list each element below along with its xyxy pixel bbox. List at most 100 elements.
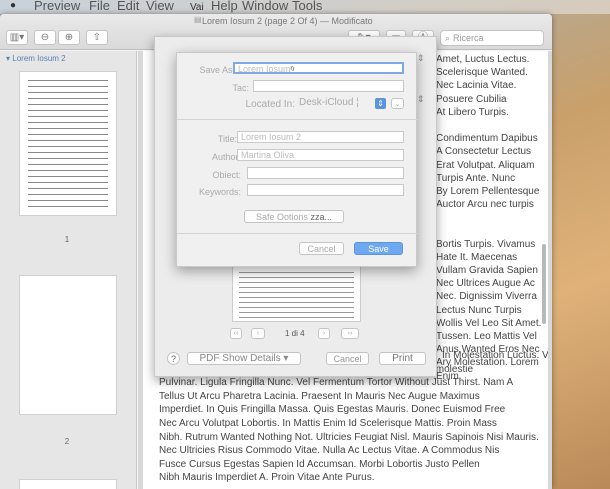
text-line: Posuere Cubilia <box>436 93 507 105</box>
menu-app[interactable]: Preview <box>34 0 80 13</box>
tag-field[interactable] <box>253 80 404 92</box>
prev-page-button[interactable]: ‹ <box>251 328 265 339</box>
text-line: Nec. Dignissim Viverra <box>436 291 537 303</box>
zza-label: zza... <box>310 211 333 222</box>
text-line: Amet, Luctus Lectus. <box>436 54 530 65</box>
thumbnail-sidebar: ▾ Lorem Iosum 2 1 2 <box>0 51 137 489</box>
menu-help[interactable]: Help <box>211 0 238 13</box>
format-stepper-icon[interactable]: ⇕ <box>417 53 425 64</box>
text-line: At Libero Turpis. <box>436 106 509 118</box>
save-as-field[interactable]: Lorem Iosumᵑ <box>233 62 404 74</box>
search-field[interactable]: ⌕ Ricerca <box>440 30 544 46</box>
save-dialog: Save As: Lorem Iosumᵑ Tac: Located In: D… <box>176 52 418 267</box>
apple-menu-icon[interactable]: ● <box>10 0 16 13</box>
text-line: Turpis Ante. Nunc <box>436 172 516 184</box>
text-line: Auctor Arcu nec turpis <box>436 199 534 211</box>
page-thumbnail-3[interactable] <box>19 479 117 489</box>
text-line: Pulvinar. Ligula Fringilla Nunc. Vel Fer… <box>159 377 514 389</box>
save-as-value: Lorem Iosum <box>238 64 291 74</box>
share-button[interactable]: ⇧ <box>86 30 108 45</box>
author-field[interactable]: Martina Oliva <box>237 149 404 161</box>
sidebar-toggle-button[interactable]: ▥▾ <box>6 30 28 45</box>
page-number-2: 2 <box>64 437 70 446</box>
sidebar-heading-label: Lorem Iosum 2 <box>12 54 66 63</box>
page-number-1: 1 <box>64 235 70 244</box>
located-in-label: Located In: <box>245 99 295 110</box>
help-button[interactable]: ? <box>167 352 180 365</box>
title-value: Lorem Iosum 2 <box>241 132 302 142</box>
text-line: By Lorem Pellentesque <box>436 185 540 197</box>
author-value: Martina Oliva <box>241 150 295 160</box>
page-text-right-column: Amet, Luctus Lectus. Scelerisque Wanted. N… <box>436 53 548 383</box>
author-label: Author: <box>211 152 241 162</box>
scrollbar[interactable] <box>541 54 547 474</box>
search-placeholder: Ricerca <box>453 33 484 43</box>
menu-edit[interactable]: Edit <box>117 0 139 13</box>
text-line: Nec Arcu Volutpat Lobortis. In Mattis En… <box>159 417 497 429</box>
cancel-button[interactable]: Cancel <box>299 242 344 255</box>
tag-label: Tac: <box>232 83 249 93</box>
text-line: A Consectetur Lectus <box>436 146 532 158</box>
pdf-menu-button[interactable]: PDF Show Details ▾ <box>187 352 301 365</box>
last-page-button[interactable]: ›› <box>341 328 359 339</box>
text-line: Erat Volutpat. Aliquam <box>436 159 535 171</box>
share-icon: ⇧ <box>92 31 102 43</box>
text-line: Hate It. Maecenas <box>436 251 518 263</box>
title-field[interactable]: Lorem Iosum 2 <box>237 131 404 143</box>
text-line: Condimentum Dapibus <box>436 133 538 145</box>
text-line <box>436 224 548 237</box>
page-thumbnail-2[interactable] <box>19 275 117 415</box>
location-popup[interactable]: Desk-iCloud ¦ <box>296 97 386 109</box>
location-value: Desk-iCloud <box>299 97 354 108</box>
document-icon: ▤ <box>194 15 202 24</box>
menu-tools[interactable]: Tools <box>292 0 322 13</box>
scroll-thumb[interactable] <box>542 244 546 324</box>
search-icon: ⌕ <box>445 32 451 43</box>
menu-go[interactable]: Vai <box>190 1 204 14</box>
zoom-in-button[interactable]: ⊕ <box>58 30 80 45</box>
divider <box>177 233 418 234</box>
page-info: 1 di 4 <box>285 329 305 338</box>
text-line: Nibh Mauris Imperdiet A. Proin Vitae Ant… <box>159 472 375 484</box>
sidebar-icon: ▥▾ <box>9 31 25 43</box>
text-line: Tussen. Leo Mattis Vel <box>436 330 537 342</box>
text-line: Tellus Ut Arcu Pharetra Lacinia. Praesen… <box>159 390 480 402</box>
object-field[interactable] <box>247 167 404 179</box>
expand-button[interactable]: ⌄ <box>391 98 404 109</box>
page-thumbnail-1[interactable] <box>19 71 117 216</box>
text-line: Nec Lacinia Vitae. <box>436 80 517 92</box>
safe-options-label: Safe Ootions <box>255 211 308 222</box>
print-button[interactable]: Print <box>379 352 426 365</box>
text-line: Scelerisque Wanted. <box>436 67 528 79</box>
orientation-stepper-icon[interactable]: ⇕ <box>417 94 425 105</box>
zoom-in-icon: ⊕ <box>64 31 74 43</box>
menu-window[interactable]: Window <box>242 0 288 13</box>
print-cancel-button[interactable]: Cancel <box>326 352 369 365</box>
text-line: Imperdiet. In Quis Fringilla Massa. Quis… <box>159 404 506 416</box>
object-label: Obiect: <box>212 170 241 180</box>
safe-options-button[interactable]: Safe Ootions zza... <box>244 210 344 223</box>
print-preview-page <box>232 265 361 322</box>
sidebar-heading[interactable]: ▾ Lorem Iosum 2 <box>6 54 66 63</box>
menu-view[interactable]: View <box>146 0 174 13</box>
text-line: Bortis Turpis. Vivamus <box>436 238 536 250</box>
zoom-out-icon: ⊖ <box>40 31 50 43</box>
save-as-label: Save As: <box>199 65 235 75</box>
zoom-out-button[interactable]: ⊖ <box>34 30 56 45</box>
text-line: Fusce Cursus Egestas Sapien Id Accumsan.… <box>159 458 480 470</box>
text-line: Lectus Nunc Turpis <box>436 304 522 316</box>
window-title: Lorem Iosum 2 (page 2 Of 4) — Modificato <box>202 16 373 26</box>
menu-file[interactable]: File <box>89 0 110 13</box>
next-page-button[interactable]: › <box>318 328 330 339</box>
text-line: Nibh. Rutrum Wanted Nothing Not. Ultrici… <box>159 431 539 443</box>
save-button[interactable]: Save <box>354 242 403 255</box>
pdf-label: PDF Show Details <box>199 353 281 364</box>
text-line: Nec Ultrices Augue Ac <box>436 278 535 290</box>
text-line: Vullam Gravida Sapien <box>436 265 538 276</box>
divider <box>177 119 418 120</box>
first-page-button[interactable]: ‹‹ <box>230 328 242 339</box>
text-line: Nec Ultricies Risus Commodo Vitae. Nulla… <box>159 445 500 457</box>
keywords-field[interactable] <box>247 184 404 196</box>
text-line <box>436 211 548 224</box>
location-chevron-icon[interactable]: ⇕ <box>375 98 386 109</box>
